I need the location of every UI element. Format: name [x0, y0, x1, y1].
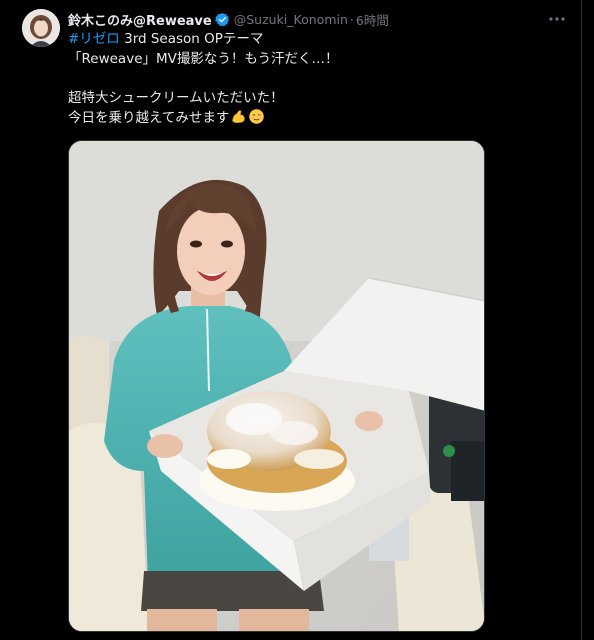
- verified-badge-icon: [214, 12, 230, 27]
- text-line-4: 今日を乗り越えてみせます: [68, 108, 548, 128]
- display-name[interactable]: 鈴木このみ@Reweave: [68, 10, 212, 29]
- avatar[interactable]: [22, 9, 60, 47]
- text-line-4-text: 今日を乗り越えてみせます: [68, 110, 230, 126]
- timestamp[interactable]: 6時間: [356, 10, 389, 29]
- flexed-biceps-icon: [230, 108, 247, 132]
- separator-dot: ·: [349, 11, 354, 27]
- text-line-3: 超特大シュークリームいただいた！: [68, 89, 284, 106]
- text-line-1-rest: 3rd Season OPテーマ: [119, 31, 264, 47]
- user-handle[interactable]: @Suzuki_Konomin: [234, 12, 348, 27]
- hashtag-link[interactable]: #リゼロ: [68, 31, 120, 47]
- relieved-face-icon: [248, 108, 265, 132]
- tweet-header: 鈴木このみ@Reweave @Suzuki_Konomin · 6時間: [68, 9, 389, 29]
- tweet-card[interactable]: 鈴木このみ@Reweave @Suzuki_Konomin · 6時間 #リゼロ…: [0, 0, 582, 640]
- text-line-1: #リゼロ 3rd Season OPテーマ: [68, 30, 548, 50]
- tweet-photo[interactable]: [68, 140, 485, 632]
- photo-illustration: [69, 141, 484, 631]
- more-options-icon[interactable]: [546, 9, 568, 29]
- text-line-2: 「Reweave」MV撮影なう！もう汗だく…！: [68, 50, 339, 67]
- tweet-text: #リゼロ 3rd Season OPテーマ 「Reweave」MV撮影なう！もう…: [68, 30, 548, 128]
